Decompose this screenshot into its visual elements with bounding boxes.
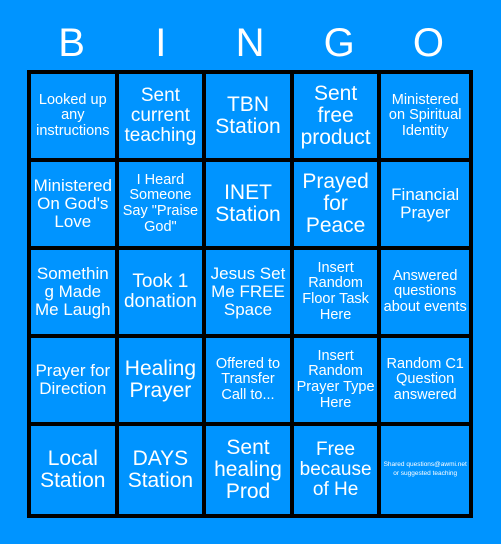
- bingo-cell-label: Free because of He: [299, 439, 372, 500]
- bingo-cell[interactable]: Answered questions about events: [381, 250, 469, 338]
- bingo-cell-label: Looked up any instructions: [36, 91, 110, 139]
- bingo-cell-label: Prayer for Direction: [35, 360, 111, 398]
- bingo-cell-label: Sent healing Prod: [214, 435, 282, 504]
- bingo-cell-label: INET Station: [215, 180, 281, 226]
- bingo-cell[interactable]: Sent current teaching: [118, 74, 207, 162]
- bingo-cell-label: Prayed for Peace: [302, 169, 369, 238]
- header-letter-b: B: [58, 21, 85, 65]
- bingo-cell-label: Sent current teaching: [124, 85, 197, 146]
- bingo-header: B I N G O: [27, 16, 473, 70]
- bingo-cell-label: Sent free product: [300, 81, 371, 150]
- bingo-cell-label: DAYS Station: [127, 446, 194, 492]
- header-letter-n: N: [235, 21, 265, 65]
- bingo-cell-label: Shared questions@awmi.net or suggested t…: [383, 461, 467, 477]
- bingo-cell[interactable]: Sent free product: [293, 74, 382, 162]
- header-letter-i: I: [155, 21, 167, 65]
- bingo-cell[interactable]: Local Station: [31, 426, 119, 514]
- bingo-cell[interactable]: DAYS Station: [118, 426, 207, 514]
- bingo-cell-label: Something Made Me Laugh: [34, 263, 111, 319]
- bingo-cell-label: Insert Random Prayer Type Here: [296, 347, 375, 411]
- bingo-cell-label: TBN Station: [215, 92, 281, 138]
- bingo-cell[interactable]: Looked up any instructions: [31, 74, 119, 162]
- bingo-cell-label: Financial Prayer: [391, 184, 460, 222]
- bingo-cell[interactable]: Financial Prayer: [381, 162, 469, 250]
- bingo-cell-label: Healing Prayer: [124, 356, 196, 402]
- bingo-cell[interactable]: Shared questions@awmi.net or suggested t…: [381, 426, 469, 514]
- bingo-cell-label: Insert Random Floor Task Here: [302, 259, 369, 323]
- bingo-cell-label: Offered to Transfer Call to...: [215, 355, 281, 403]
- bingo-cell-label: Jesus Set Me FREE Space: [210, 263, 286, 319]
- bingo-cell-label: Ministered On God's Love: [33, 175, 112, 231]
- header-letter-g: G: [323, 21, 355, 65]
- bingo-cell-label: Random C1 Question answered: [386, 355, 464, 403]
- bingo-cell[interactable]: Free because of He: [293, 426, 382, 514]
- bingo-cell[interactable]: Something Made Me Laugh: [31, 250, 119, 338]
- bingo-cell[interactable]: Ministered on Spiritual Identity: [381, 74, 469, 162]
- bingo-cell[interactable]: Took 1 donation: [118, 250, 207, 338]
- bingo-cell[interactable]: Insert Random Prayer Type Here: [293, 338, 382, 426]
- bingo-cell[interactable]: Offered to Transfer Call to...: [206, 338, 294, 426]
- bingo-cell[interactable]: Insert Random Floor Task Here: [293, 250, 382, 338]
- bingo-cell[interactable]: Ministered On God's Love: [31, 162, 119, 250]
- bingo-cell[interactable]: Prayed for Peace: [293, 162, 382, 250]
- bingo-cell[interactable]: INET Station: [206, 162, 294, 250]
- bingo-cell-label: Took 1 donation: [123, 271, 197, 312]
- bingo-cell[interactable]: TBN Station: [206, 74, 294, 162]
- bingo-cell-free-space[interactable]: Jesus Set Me FREE Space: [206, 250, 294, 338]
- bingo-cell-label: I Heard Someone Say "Praise God": [122, 171, 199, 235]
- bingo-cell[interactable]: I Heard Someone Say "Praise God": [118, 162, 207, 250]
- bingo-cell[interactable]: Sent healing Prod: [206, 426, 294, 514]
- header-letter-o: O: [412, 21, 444, 65]
- bingo-cell-label: Local Station: [40, 446, 106, 492]
- bingo-cell-label: Answered questions about events: [383, 267, 467, 315]
- bingo-cell-label: Ministered on Spiritual Identity: [388, 91, 462, 139]
- bingo-cell[interactable]: Healing Prayer: [118, 338, 207, 426]
- bingo-card: B I N G O Looked up any instructions Sen…: [0, 0, 501, 544]
- bingo-cell[interactable]: Random C1 Question answered: [381, 338, 469, 426]
- bingo-grid: Looked up any instructions Sent current …: [27, 70, 473, 518]
- bingo-cell[interactable]: Prayer for Direction: [31, 338, 119, 426]
